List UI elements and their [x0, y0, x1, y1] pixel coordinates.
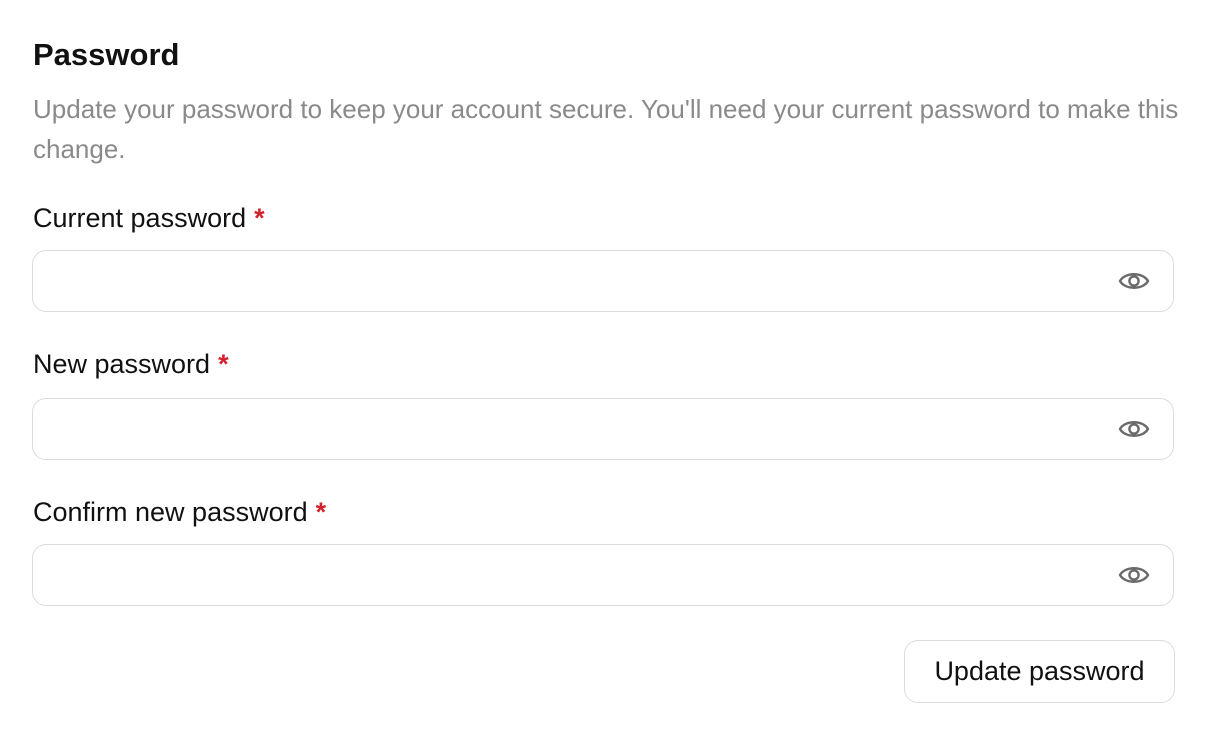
- required-asterisk: *: [218, 349, 229, 379]
- current-password-label: Current password *: [33, 201, 265, 235]
- current-password-input[interactable]: [33, 251, 1129, 310]
- confirm-password-field: [32, 544, 1174, 606]
- new-password-label-text: New password: [33, 349, 211, 379]
- password-settings-section: Password Update your password to keep yo…: [0, 0, 1208, 736]
- required-asterisk: *: [254, 203, 265, 233]
- section-title: Password: [33, 37, 180, 72]
- required-asterisk: *: [315, 497, 327, 527]
- current-password-label-text: Current password: [33, 203, 247, 233]
- new-password-label: New password *: [33, 347, 229, 381]
- section-description: Update your password to keep your accoun…: [33, 94, 1179, 164]
- confirm-password-label: Confirm new password *: [33, 495, 326, 529]
- eye-icon[interactable]: [1117, 265, 1151, 297]
- current-password-field: [32, 250, 1174, 312]
- new-password-input[interactable]: [33, 399, 1129, 458]
- eye-icon[interactable]: [1117, 413, 1151, 445]
- eye-icon[interactable]: [1117, 559, 1151, 591]
- confirm-password-label-text: Confirm new password: [33, 497, 308, 527]
- confirm-password-input[interactable]: [33, 545, 1129, 604]
- new-password-field: [32, 398, 1174, 460]
- update-password-button[interactable]: Update password: [904, 640, 1175, 703]
